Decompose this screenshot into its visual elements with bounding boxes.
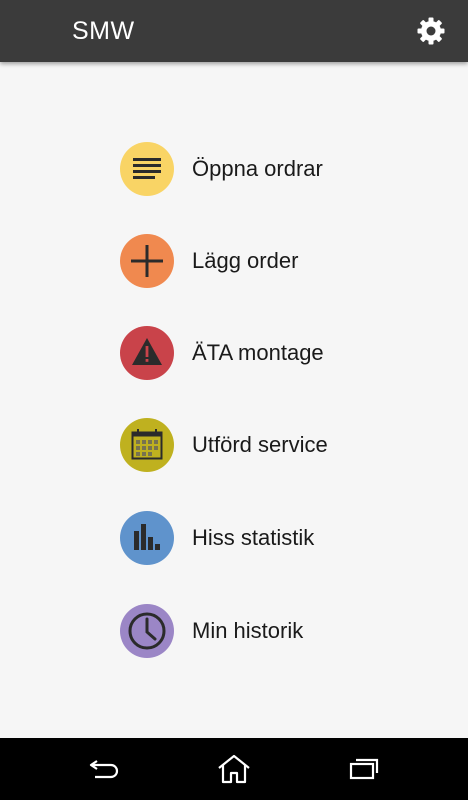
menu-item-label: Öppna ordrar [192,156,323,181]
plus-icon [120,234,174,288]
bar-chart-icon [120,511,174,565]
back-button[interactable] [85,751,125,787]
recents-button[interactable] [344,751,384,787]
gear-icon [417,17,445,45]
menu-item-lagg-order[interactable]: Lägg order [120,233,420,289]
menu-item-label: Utförd service [192,432,328,457]
clock-icon [120,604,174,658]
system-nav-bar [0,738,468,800]
menu-item-label: Lägg order [192,248,299,273]
menu-item-hiss-statistik[interactable]: Hiss statistik [120,510,420,566]
list-icon [120,142,174,196]
menu-item-label: ÄTA montage [192,340,324,365]
screen: SMW Öppna ordrar Lägg order ÄTA montage … [0,0,468,800]
home-icon [218,754,250,784]
app-bar: SMW [0,0,468,62]
app-title: SMW [72,17,135,45]
home-button[interactable] [214,751,254,787]
menu-item-oppna-ordrar[interactable]: Öppna ordrar [120,141,420,197]
menu-item-min-historik[interactable]: Min historik [120,603,420,659]
recents-icon [349,758,379,780]
back-icon [89,760,119,779]
menu-item-utford-service[interactable]: Utförd service [120,417,420,473]
menu-item-ata-montage[interactable]: ÄTA montage [120,325,420,381]
menu-item-label: Min historik [192,618,304,643]
settings-button[interactable] [412,12,450,50]
calendar-icon [120,418,174,472]
warning-icon [120,326,174,380]
menu-item-label: Hiss statistik [192,525,315,550]
